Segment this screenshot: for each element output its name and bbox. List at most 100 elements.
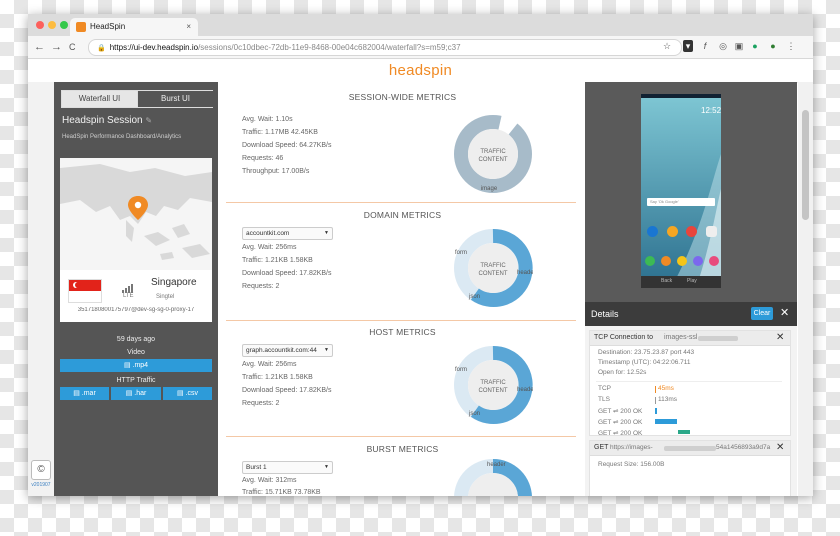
app-play-music-icon[interactable]	[686, 226, 698, 237]
profile-avatar-icon[interactable]: ●	[768, 40, 778, 52]
tab-close-icon[interactable]: ×	[186, 18, 191, 36]
session-title: Headspin Session ✎	[62, 115, 152, 126]
app-play-store-icon[interactable]	[647, 226, 658, 237]
download-mar-button[interactable]: ▤ .mar	[60, 387, 109, 400]
extension-circle-icon[interactable]: ◎	[718, 40, 728, 52]
bookmark-star-icon[interactable]: ☆	[662, 40, 672, 52]
donut-center-line2: CONTENT	[479, 388, 508, 394]
download-csv-button[interactable]: ▤ .csv	[163, 387, 212, 400]
get-request-card: GET https://images- 54a1456893a9d7a ✕ Re…	[589, 440, 791, 496]
traffic-content-donut[interactable]: TRAFFIC CONTENT image	[453, 114, 533, 194]
donut-label-form: form	[455, 367, 467, 373]
redacted-host-bar	[698, 336, 738, 341]
donut-label-json: json	[468, 411, 480, 417]
reload-icon[interactable]: C	[69, 40, 76, 54]
section-title: HOST METRICS	[369, 327, 436, 337]
request-row[interactable]: GET ⇌ 200 OK	[598, 418, 642, 426]
left-rail: © v201907	[28, 82, 55, 496]
extension-g-icon[interactable]: ●	[750, 40, 760, 52]
app-messages-icon[interactable]	[677, 256, 687, 266]
download-csv-label: .csv	[185, 390, 198, 397]
donut-label-json: json	[468, 294, 480, 300]
address-bar: ← → C 🔒 https://ui-dev.headspin.io/sessio…	[28, 36, 813, 59]
file-icon: ▤	[125, 390, 135, 397]
browser-menu-icon[interactable]: ⋮	[786, 40, 796, 52]
version-label: v201907	[31, 482, 51, 488]
device-card: Singapore LTE Singtel 3517180800175797@d…	[60, 270, 212, 322]
view-toggle: Waterfall UI Burst UI	[61, 90, 213, 108]
close-card-icon[interactable]: ✕	[776, 442, 784, 453]
donut-label-header: header	[487, 462, 506, 468]
donut-label-header: header	[517, 270, 533, 276]
device-serial: 3517180800175797@dev-sg-sg-0-proxy-17	[77, 307, 195, 313]
close-details-icon[interactable]: ✕	[780, 306, 789, 319]
session-sidebar: Waterfall UI Burst UI Headspin Session ✎…	[54, 82, 218, 496]
clear-button[interactable]: Clear	[751, 307, 773, 320]
forward-icon[interactable]: →	[51, 40, 62, 54]
tcp-title: TCP Connection to	[594, 334, 654, 341]
app-camera-icon[interactable]	[709, 256, 719, 266]
donut-center-line1: TRAFFIC	[480, 149, 506, 155]
tab-title: HeadSpin	[90, 22, 126, 31]
location-map[interactable]	[60, 158, 212, 270]
download-mp4-button[interactable]: ▤ .mp4	[60, 359, 212, 372]
file-icon: ▤	[176, 390, 186, 397]
close-window-icon[interactable]	[36, 21, 44, 29]
extension-fx-icon[interactable]: f	[700, 40, 710, 52]
tab-waterfall-ui[interactable]: Waterfall UI	[62, 91, 137, 107]
divider	[226, 436, 576, 437]
host-metrics-card: HOST METRICS graph.accountkit.com:44 ▼ Av…	[230, 327, 575, 437]
extension-shield-icon[interactable]: ▾	[683, 40, 693, 52]
domain-donut[interactable]: TRAFFIC CONTENT form header json	[453, 228, 533, 308]
metric-download-speed: Download Speed: 17.82KB/s	[242, 270, 332, 277]
device-screen[interactable]: 12:52 Say 'Ok Google' Back Play	[641, 94, 721, 288]
app-phone-icon[interactable]	[645, 256, 655, 266]
close-card-icon[interactable]: ✕	[776, 332, 784, 343]
request-size: Request Size: 156.00B	[598, 461, 665, 468]
app-contacts-icon[interactable]	[661, 256, 671, 266]
session-title-text: Headspin Session	[62, 115, 143, 126]
burst-select[interactable]: Burst 1 ▼	[242, 461, 333, 474]
tab-burst-ui[interactable]: Burst UI	[137, 91, 213, 107]
copyright-icon[interactable]: ©	[31, 460, 51, 480]
get-url-start: https://images-	[610, 444, 653, 451]
host-donut[interactable]: TRAFFIC CONTENT form header json	[453, 345, 533, 425]
browser-tab[interactable]: HeadSpin ×	[70, 18, 198, 36]
host-select[interactable]: graph.accountkit.com:44 ▼	[242, 344, 333, 357]
request-row[interactable]: GET ⇌ 200 OK	[598, 407, 642, 415]
host-select-value: graph.accountkit.com:44	[246, 347, 317, 354]
page-scrollbar[interactable]	[798, 82, 813, 496]
timing-tls-bar	[655, 397, 656, 404]
download-har-button[interactable]: ▤ .har	[111, 387, 161, 400]
request-row[interactable]: GET ⇌ 200 OK	[598, 429, 642, 437]
request-bar	[655, 408, 657, 414]
url-field[interactable]: 🔒 https://ui-dev.headspin.io/sessions/0c1…	[88, 39, 682, 56]
app-gallery-icon[interactable]	[666, 226, 678, 237]
donut-center-line1: TRAFFIC	[480, 263, 506, 269]
minimize-window-icon[interactable]	[48, 21, 56, 29]
metric-avg-wait: Avg. Wait: 1.10s	[242, 116, 293, 123]
tcp-card-header: TCP Connection to images-ssl ✕	[590, 331, 790, 346]
app-internet-icon[interactable]	[693, 256, 703, 266]
phone-clock: 12:52	[701, 106, 721, 115]
http-traffic-label: HTTP Traffic	[116, 377, 156, 384]
phone-nav-back[interactable]: Back	[661, 278, 672, 284]
app-google-icon[interactable]	[705, 226, 717, 237]
back-icon[interactable]: ←	[34, 40, 45, 54]
chevron-down-icon: ▼	[324, 230, 329, 236]
domain-select[interactable]: accountkit.com ▼	[242, 227, 333, 240]
phone-search-bar[interactable]: Say 'Ok Google'	[650, 199, 679, 204]
metric-requests: Requests: 2	[242, 400, 280, 407]
tcp-destination: Destination: 23.75.23.87 port 443	[598, 349, 695, 356]
phone-nav-play[interactable]: Play	[687, 278, 697, 284]
maximize-window-icon[interactable]	[60, 21, 68, 29]
tcp-timestamp: Timestamp (UTC): 04:22:06.711	[598, 359, 691, 366]
scrollbar-thumb[interactable]	[802, 110, 809, 220]
burst-donut[interactable]: header	[453, 458, 533, 496]
metric-avg-wait: Avg. Wait: 312ms	[242, 477, 297, 484]
headspin-logo: headspin	[388, 62, 453, 79]
details-panel: Details Clear ✕ TCP Connection to images…	[585, 302, 797, 496]
redacted-url-bar	[664, 446, 716, 451]
extension-camera-icon[interactable]: ▣	[734, 40, 744, 52]
edit-pencil-icon[interactable]: ✎	[145, 116, 152, 125]
